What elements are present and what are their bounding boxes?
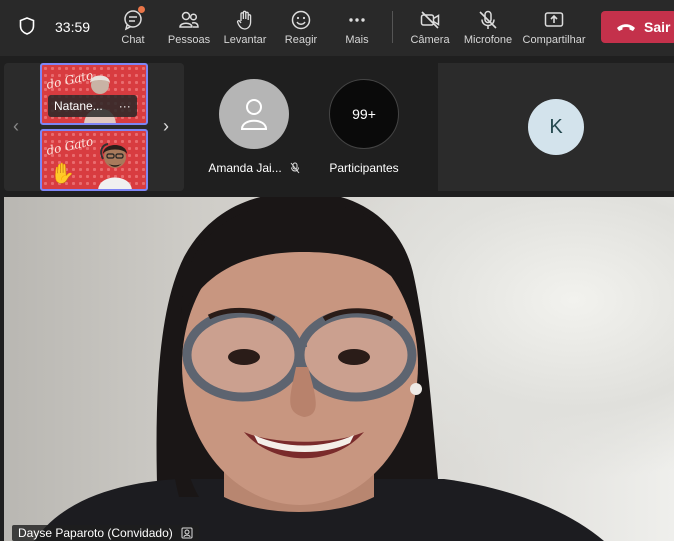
mic-off-icon — [479, 10, 497, 29]
more-label: Mais — [345, 34, 369, 46]
avatar: K — [528, 99, 584, 155]
avatar — [219, 79, 289, 149]
mic-off-icon — [290, 162, 300, 174]
share-button[interactable]: Compartilhar — [521, 0, 587, 56]
guest-icon — [181, 527, 193, 539]
toolbar-divider — [392, 11, 393, 43]
speaker-name-tag: Dayse Paparoto (Convidado) — [12, 525, 199, 541]
shield-icon[interactable] — [19, 17, 35, 35]
participants-count-badge: 99+ — [329, 79, 399, 149]
chat-label: Chat — [121, 34, 145, 46]
participant-tile-amanda[interactable]: Amanda Jai... — [198, 63, 310, 191]
participant-name: Natane... — [54, 99, 103, 113]
raise-hand-icon — [236, 10, 252, 30]
participants-count-tile[interactable]: 99+ Participantes — [318, 63, 410, 191]
participant-name: Amanda Jai... — [208, 161, 282, 175]
microphone-label: Microfone — [463, 34, 513, 46]
more-icon — [349, 18, 365, 22]
speaker-video-frame — [34, 197, 604, 541]
emoji-icon — [291, 10, 311, 30]
chevron-right-icon[interactable]: › — [163, 116, 169, 137]
camera-label: Câmera — [410, 34, 450, 46]
main-video[interactable] — [4, 197, 674, 541]
person-icon — [240, 99, 268, 130]
raise-hand-button[interactable]: Levantar — [223, 0, 267, 56]
chevron-left-icon[interactable]: ‹ — [13, 116, 19, 137]
tile-name-row: Amanda Jai... — [208, 161, 300, 175]
hang-up-icon — [617, 24, 635, 31]
react-label: Reagir — [284, 34, 318, 46]
react-button[interactable]: Reagir — [283, 0, 319, 56]
chat-notification-dot — [138, 6, 145, 13]
participant-video — [98, 143, 132, 189]
more-options-icon[interactable]: ··· — [119, 99, 131, 113]
camera-button[interactable]: Câmera — [410, 0, 450, 56]
thumbnail-name-tag: Natane... ··· — [48, 95, 137, 117]
camera-off-icon — [420, 11, 440, 29]
leave-button[interactable]: Sair — [601, 11, 674, 43]
participant-thumbnail[interactable]: do Gato Natane... ··· — [40, 63, 148, 125]
speaker-name: Dayse Paparoto (Convidado) — [18, 526, 173, 540]
microphone-button[interactable]: Microfone — [461, 0, 515, 56]
people-label: Pessoas — [167, 34, 211, 46]
people-button[interactable]: Pessoas — [168, 0, 210, 56]
participants-label: Participantes — [329, 161, 399, 175]
participant-tile-k[interactable]: K — [438, 63, 674, 191]
more-button[interactable]: Mais — [342, 0, 372, 56]
share-icon — [544, 12, 564, 27]
raised-hand-icon: ✋ — [50, 163, 75, 185]
meeting-timer: 33:59 — [55, 19, 91, 35]
raise-hand-label: Levantar — [223, 34, 267, 46]
people-icon — [179, 11, 199, 28]
leave-label: Sair — [644, 19, 671, 35]
meeting-toolbar: 33:59 Chat Pessoas Levantar Reagir Mais … — [0, 0, 674, 56]
participant-thumbnail[interactable]: do Gato ✋ — [40, 129, 148, 191]
share-label: Compartilhar — [522, 34, 586, 46]
